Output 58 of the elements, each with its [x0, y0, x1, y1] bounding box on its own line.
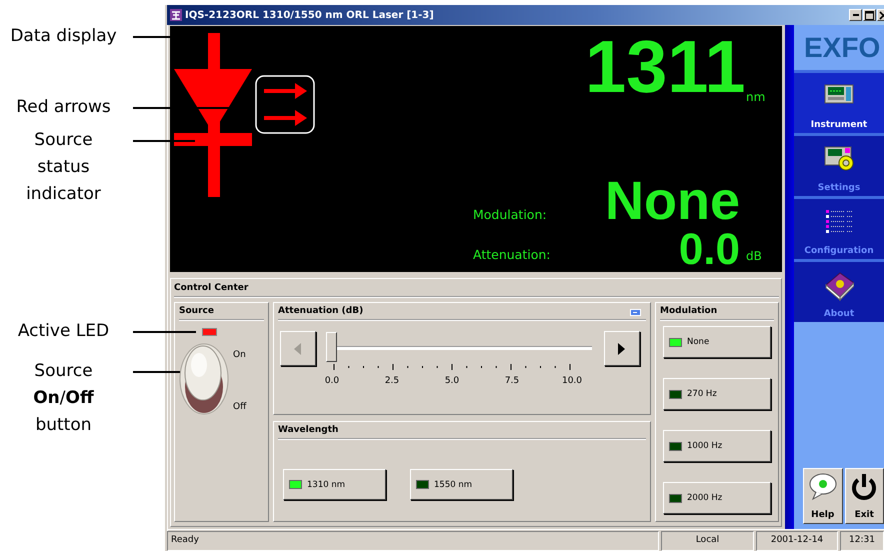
decrease-button[interactable] [280, 331, 316, 366]
increase-button[interactable] [604, 331, 640, 366]
leader-line [133, 371, 180, 372]
callout-label: Active LED [16, 320, 110, 343]
nav-item[interactable]: About [794, 259, 884, 322]
speech-bubble-icon [808, 472, 838, 502]
leader-line [133, 331, 196, 332]
indicator-icon [630, 309, 641, 316]
panel-title: Modulation [660, 306, 774, 320]
attenuation-value: 0.0 [678, 228, 740, 272]
app-icon [170, 9, 182, 21]
option-button[interactable]: None [663, 326, 771, 358]
callout-label: Source On/Off button [32, 360, 95, 437]
callout-label: Source status indicator [25, 129, 102, 206]
tick-label: 0.0 [324, 376, 340, 386]
left-arrow-icon [294, 342, 302, 354]
arrows-icon [255, 75, 315, 135]
right-arrow-icon [618, 342, 626, 354]
exit-button[interactable]: Exit [844, 468, 884, 524]
option-button[interactable]: 1000 Hz [663, 430, 771, 462]
status-field: 2001-12-14 [756, 531, 838, 551]
on-label: On [233, 350, 246, 360]
slider-thumb[interactable] [326, 332, 337, 362]
tick-label: 10.0 [560, 376, 584, 386]
modulation-label: Modulation: [473, 207, 548, 224]
toggle-switch[interactable] [179, 343, 229, 415]
window-title: IQS-2123ORL 1310/1550 nm ORL Laser [1-3] [185, 10, 434, 20]
maximize-icon [865, 10, 874, 20]
option-button[interactable]: 270 Hz [663, 378, 771, 410]
book-icon [824, 271, 854, 301]
panel-title: Control Center [174, 279, 779, 297]
status-field: Local [661, 531, 754, 551]
tick-label: 2.5 [384, 376, 400, 386]
panel-title: Attenuation (dB) [278, 306, 646, 320]
status-field: Ready [167, 531, 659, 551]
tick-label: 7.5 [504, 376, 520, 386]
minimize-icon [852, 14, 858, 16]
status-field: 12:31 [840, 531, 884, 551]
nav-item[interactable]: Configuration [794, 196, 884, 259]
attenuation-unit: dB [745, 248, 763, 263]
off-label: Off [233, 402, 246, 412]
option-button[interactable]: 1550 nm [410, 469, 513, 500]
attenuation-label: Attenuation: [473, 246, 552, 262]
laser-diode-icon [172, 33, 252, 197]
panel-title: Source [179, 306, 264, 320]
help-button[interactable]: Help [803, 468, 842, 524]
modulation-value: None [604, 174, 740, 228]
nav-item[interactable]: Settings [794, 133, 884, 196]
wavelength-unit: nm [745, 90, 766, 104]
panel-title: Wavelength [278, 425, 646, 439]
nav-item[interactable]: Instrument [794, 70, 884, 133]
callout-label: Data display [9, 25, 118, 48]
maximize-button[interactable] [863, 9, 876, 21]
minimize-button[interactable] [849, 9, 862, 21]
callout-label: Red arrows [15, 96, 112, 119]
tick-label: 5.0 [444, 376, 460, 386]
option-button[interactable]: 2000 Hz [663, 482, 771, 514]
option-button[interactable]: 1310 nm [283, 469, 386, 500]
